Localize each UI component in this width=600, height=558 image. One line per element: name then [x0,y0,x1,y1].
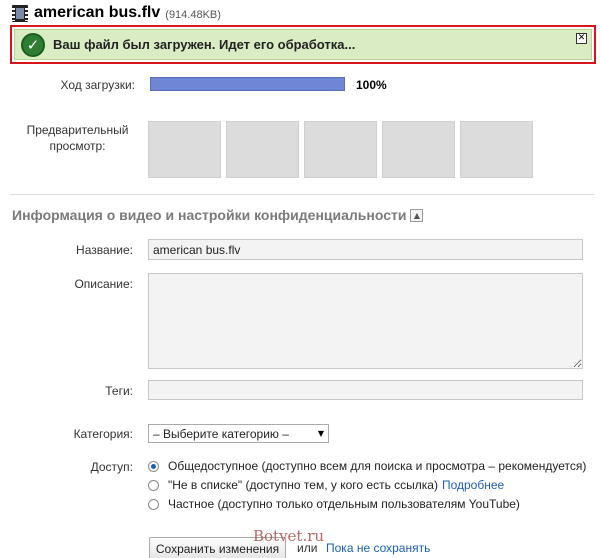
description-input[interactable] [148,273,583,369]
file-header: american bus.flv (914.48KB) [12,2,221,24]
film-icon [12,4,28,22]
preview-thumbnails [148,121,533,178]
progress-fill [151,78,344,90]
access-option-private[interactable]: Частное (доступно только отдельным польз… [148,497,520,511]
category-select[interactable]: – Выберите категорию – ▼ [148,424,329,443]
title-input[interactable] [148,239,583,260]
access-option-label: Общедоступное (доступно всем для поиска … [168,459,587,473]
file-size: (914.48KB) [165,8,221,21]
description-label: Описание: [74,277,133,291]
check-icon: ✓ [21,32,45,57]
tags-input[interactable] [148,380,583,400]
access-label: Доступ: [90,460,133,474]
chevron-down-icon: ▼ [317,429,324,438]
progress-label: Ход загрузки: [60,78,136,92]
thumbnail [148,121,221,178]
section-title: Информация о видео и настройки конфиденц… [12,207,407,223]
thumbnail [460,121,533,178]
upload-progress-bar [150,77,345,91]
category-label: Категория: [73,427,133,441]
thumbnail [304,121,377,178]
category-value: – Выберите категорию – [153,426,289,441]
tags-label: Теги: [105,384,133,398]
thumbnail [382,121,455,178]
cancel-link[interactable]: Пока не сохранять [326,541,430,555]
access-option-label: "Не в списке" (доступно тем, у кого есть… [168,478,438,492]
access-option-public[interactable]: Общедоступное (доступно всем для поиска … [148,459,586,473]
radio-unlisted[interactable] [148,479,159,491]
watermark: Botvet.ru [253,527,325,545]
radio-private[interactable] [148,498,159,510]
file-name: american bus.flv [34,4,161,21]
thumbnail [226,121,299,178]
section-header: Информация о видео и настройки конфиденц… [12,207,424,223]
progress-value: 100% [356,78,387,92]
learn-more-link[interactable]: Подробнее [442,478,504,492]
section-divider [10,194,595,195]
collapse-icon[interactable]: ▲ [410,208,424,222]
close-icon[interactable]: ✕ [576,33,587,44]
access-option-label: Частное (доступно только отдельным польз… [168,497,520,511]
upload-notice: ✓ Ваш файл был загружен. Идет его обрабо… [10,25,596,64]
title-label: Название: [76,243,133,257]
access-option-unlisted[interactable]: "Не в списке" (доступно тем, у кого есть… [148,478,504,492]
notice-banner: ✓ Ваш файл был загружен. Идет его обрабо… [14,29,592,60]
preview-label: Предварительный просмотр: [26,123,129,153]
radio-public[interactable] [148,460,159,472]
notice-text: Ваш файл был загружен. Идет его обработк… [53,37,356,52]
